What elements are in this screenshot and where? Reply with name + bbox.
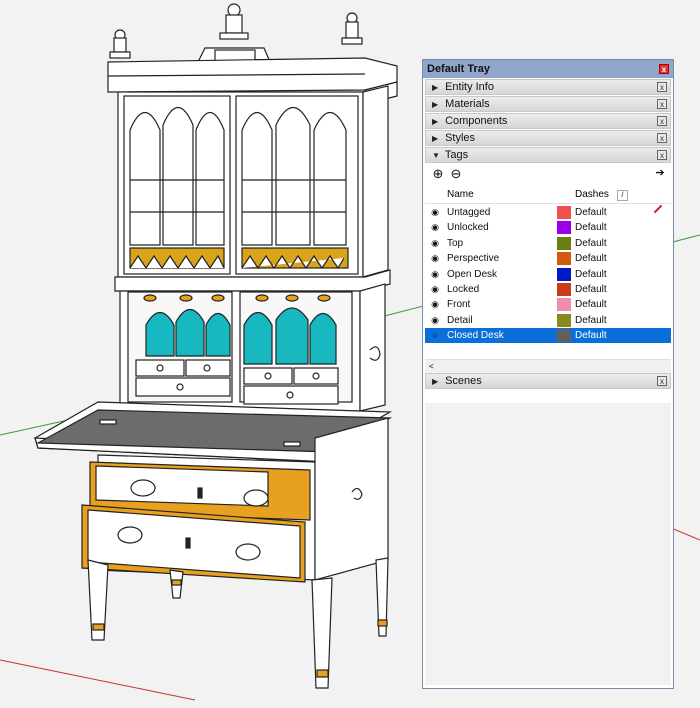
panel-label: Styles [445, 132, 476, 144]
expand-arrow-icon: ▶ [432, 134, 439, 143]
tag-dashes[interactable]: Default [575, 251, 607, 266]
tag-name[interactable]: Closed Desk [447, 328, 504, 343]
tag-color-swatch[interactable] [557, 221, 571, 235]
tag-color-swatch[interactable] [557, 267, 571, 281]
panel-label: Materials [445, 98, 490, 110]
tag-color-swatch[interactable] [557, 236, 571, 250]
column-name[interactable]: Name [447, 187, 474, 203]
visibility-eye-icon[interactable]: ◉ [428, 282, 442, 297]
panel-label: Components [445, 115, 508, 127]
tag-name[interactable]: Top [447, 236, 463, 251]
details-icon[interactable]: ➔ [653, 167, 667, 181]
tags-panel-body: ⊕ ⊖ ➔ Name Dashes / ◉ Untagged Default ◉ Unl… [425, 163, 671, 373]
tag-dashes[interactable]: Default [575, 297, 607, 312]
tag-name[interactable]: Front [447, 297, 470, 312]
close-icon[interactable]: x [657, 150, 667, 160]
scroll-left-icon[interactable]: < [425, 362, 434, 371]
tag-name[interactable]: Untagged [447, 205, 490, 220]
tag-name[interactable]: Open Desk [447, 267, 497, 282]
add-tag-icon[interactable]: ⊕ [431, 167, 445, 181]
collapse-arrow-icon: ▼ [432, 151, 440, 160]
tag-dashes[interactable]: Default [575, 220, 607, 235]
expand-arrow-icon: ▶ [432, 117, 439, 126]
close-icon[interactable]: x [657, 376, 667, 386]
visibility-eye-icon[interactable]: ◉ [428, 205, 442, 220]
tag-dashes[interactable]: Default [575, 205, 607, 220]
panel-label: Entity Info [445, 81, 494, 93]
tag-color-swatch[interactable] [557, 298, 571, 312]
panel-materials[interactable]: ▶ Materials x [425, 96, 671, 112]
panel-styles[interactable]: ▶ Styles x [425, 130, 671, 146]
tag-row[interactable]: ◉ Front Default [425, 297, 671, 312]
tag-color-swatch[interactable] [557, 329, 571, 343]
horizontal-scrollbar[interactable]: < [425, 359, 671, 373]
tags-column-header: Name Dashes / [425, 187, 671, 204]
tag-dashes[interactable]: Default [575, 328, 607, 343]
tag-dashes[interactable]: Default [575, 236, 607, 251]
tag-row[interactable]: ◉ Locked Default [425, 282, 671, 297]
expand-arrow-icon: ▶ [432, 100, 439, 109]
close-icon[interactable]: x [659, 64, 669, 74]
visibility-eye-icon[interactable]: ◉ [428, 251, 442, 266]
tag-dashes[interactable]: Default [575, 313, 607, 328]
tag-color-swatch[interactable] [557, 283, 571, 296]
pencil-icon [653, 204, 663, 214]
close-icon[interactable]: x [657, 99, 667, 109]
tag-row[interactable]: ◉ Unlocked Default [425, 220, 671, 235]
tag-color-swatch[interactable] [557, 206, 571, 219]
tag-name[interactable]: Detail [447, 313, 473, 328]
column-dashes[interactable]: Dashes [575, 187, 609, 203]
tag-row[interactable]: ◉ Perspective Default [425, 251, 671, 266]
panel-label: Tags [444, 149, 469, 161]
panel-scenes[interactable]: ▶ Scenes x [425, 373, 671, 389]
visibility-eye-icon[interactable]: ◉ [428, 236, 442, 251]
tag-name[interactable]: Perspective [447, 251, 499, 266]
expand-arrow-icon: ▶ [432, 83, 439, 92]
tag-name[interactable]: Locked [447, 282, 479, 297]
visibility-eye-icon[interactable]: ○ [428, 328, 442, 343]
edit-dashes-icon[interactable]: / [617, 190, 628, 201]
tag-dashes[interactable]: Default [575, 282, 607, 297]
close-icon[interactable]: x [657, 116, 667, 126]
tag-row[interactable]: ◉ Untagged Default [425, 204, 671, 220]
visibility-eye-icon[interactable]: ◉ [428, 267, 442, 282]
tag-row[interactable]: ◉ Top Default [425, 236, 671, 251]
secretary-desk-model[interactable] [34, 3, 398, 689]
default-tray: Default Tray x ▶ Entity Info x ▶ Materia… [422, 59, 674, 689]
close-icon[interactable]: x [657, 82, 667, 92]
tag-row[interactable]: ○ Closed Desk Default [425, 328, 671, 344]
tray-title: Default Tray [427, 63, 490, 75]
visibility-eye-icon[interactable]: ◉ [428, 313, 442, 328]
tag-dashes[interactable]: Default [575, 267, 607, 282]
tray-empty-area [425, 403, 671, 685]
red-axis [0, 659, 196, 701]
tag-row[interactable]: ◉ Detail Default [425, 313, 671, 328]
panel-tags[interactable]: ▼ Tags x [425, 147, 671, 163]
panel-entity-info[interactable]: ▶ Entity Info x [425, 79, 671, 95]
tag-name[interactable]: Unlocked [447, 220, 489, 235]
expand-arrow-icon: ▶ [432, 377, 439, 386]
visibility-eye-icon[interactable]: ◉ [428, 220, 442, 235]
panel-label: Scenes [445, 375, 482, 387]
tag-row[interactable]: ◉ Open Desk Default [425, 267, 671, 282]
close-icon[interactable]: x [657, 133, 667, 143]
panel-components[interactable]: ▶ Components x [425, 113, 671, 129]
tray-title-bar: Default Tray x [423, 60, 673, 78]
tag-color-swatch[interactable] [557, 252, 571, 266]
visibility-eye-icon[interactable]: ◉ [428, 297, 442, 312]
tag-color-swatch[interactable] [557, 313, 571, 327]
remove-tag-icon[interactable]: ⊖ [449, 167, 463, 181]
